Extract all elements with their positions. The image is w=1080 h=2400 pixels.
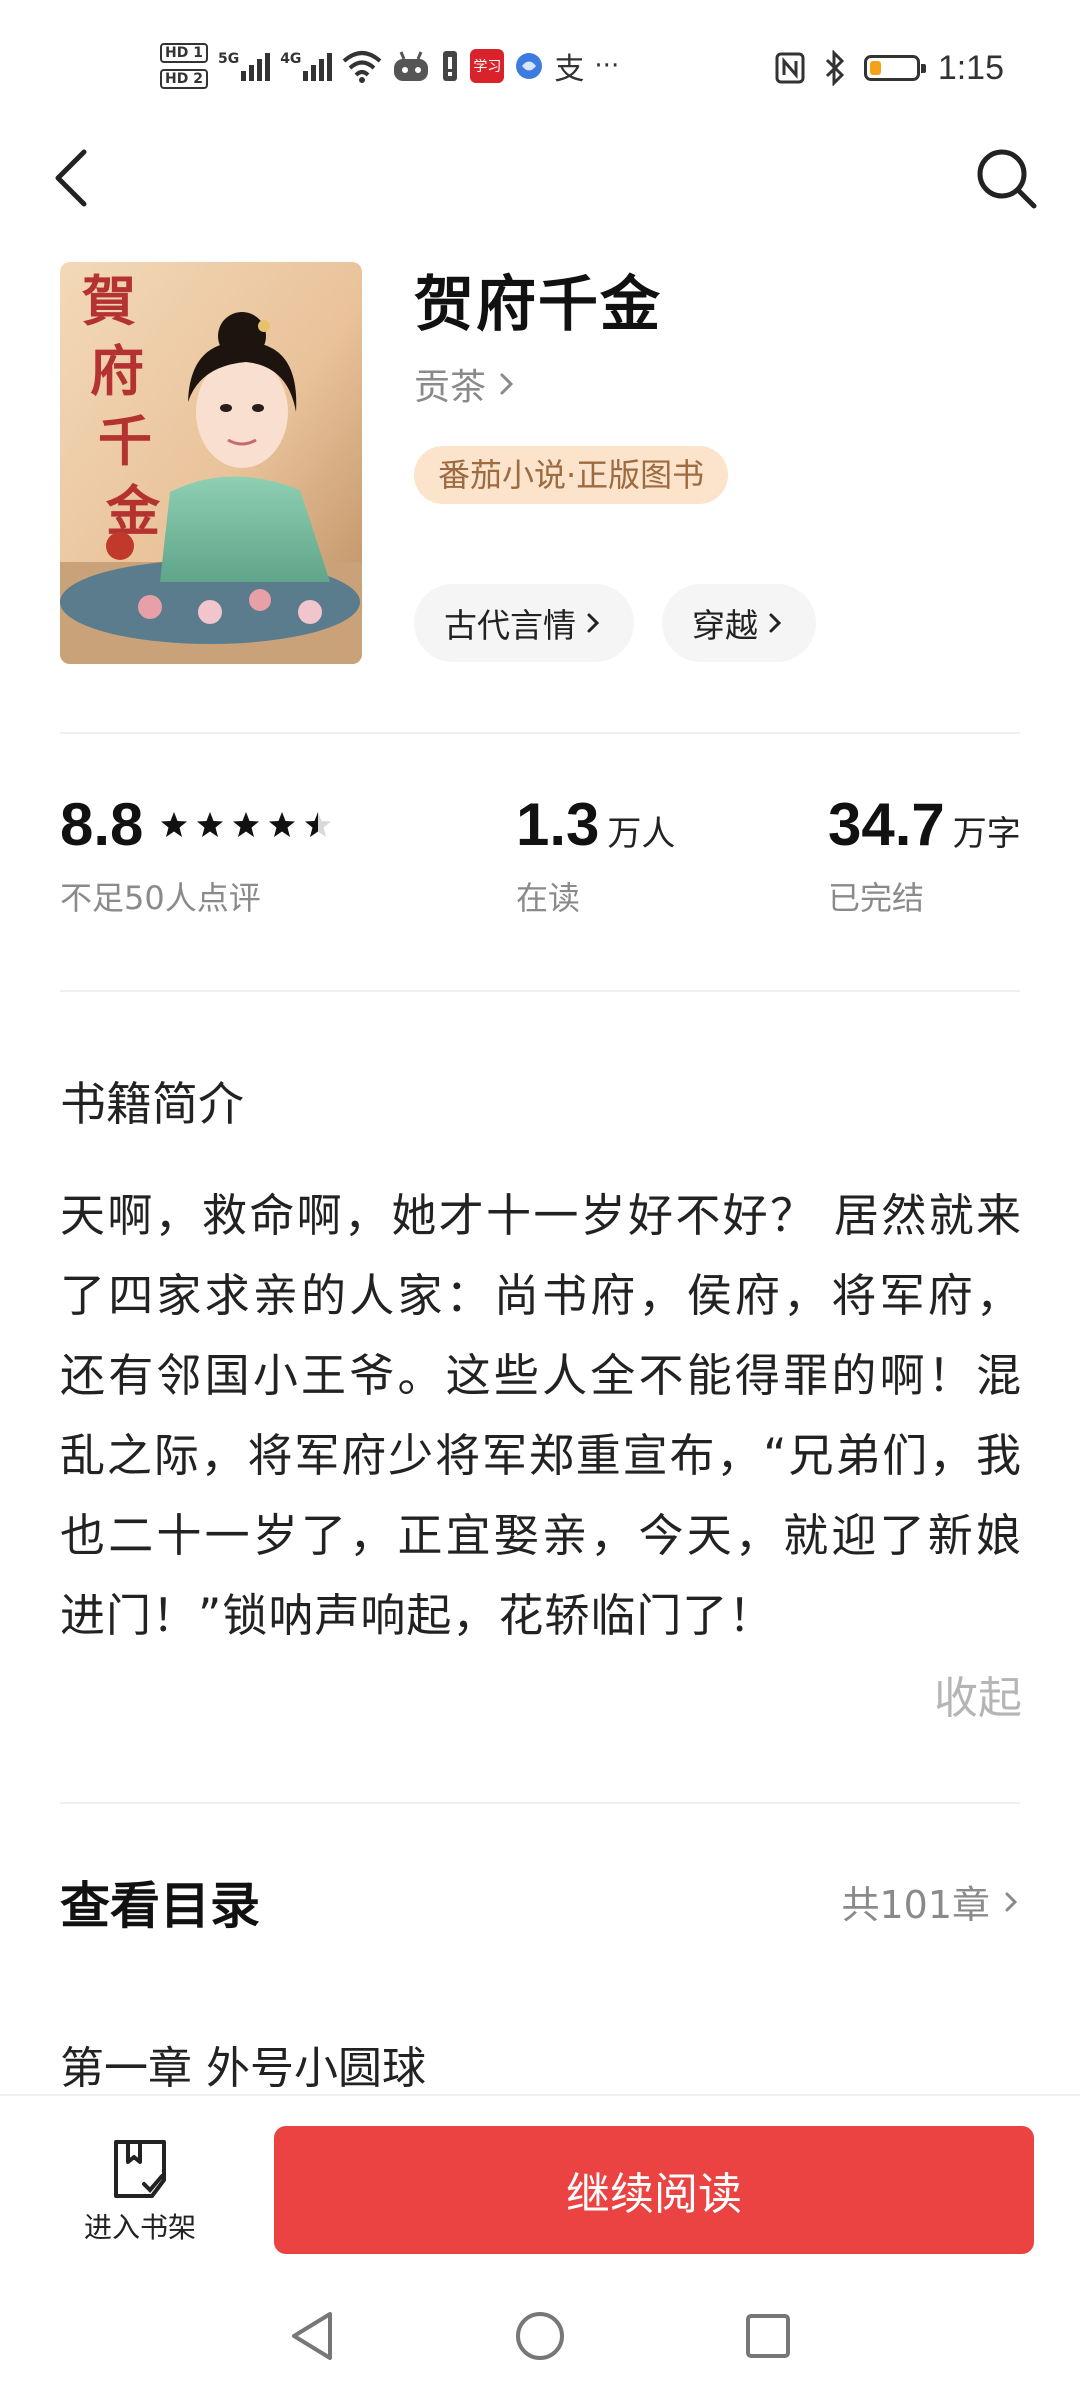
continue-reading-button[interactable]: 继续阅读 bbox=[274, 2126, 1034, 2254]
cover-title-text: 金 bbox=[105, 479, 161, 543]
rating-stat: 8.8 不足50人点评 bbox=[60, 790, 333, 919]
rating-value: 8.8 bbox=[60, 791, 144, 858]
collapse-button[interactable]: 收起 bbox=[934, 1662, 1022, 1726]
chapter-count: 共101章 bbox=[841, 1883, 990, 1927]
status-bar: HD 1 HD 2 5G 4G 学习 支 ··· 1:15 bbox=[0, 0, 1080, 120]
author-link[interactable]: 贡茶 bbox=[414, 358, 518, 410]
alipay-icon: 支 bbox=[554, 52, 585, 87]
words-value: 34.7 bbox=[828, 791, 945, 858]
square-recents-icon bbox=[746, 2314, 790, 2358]
rating-count-label: 不足50人点评 bbox=[60, 879, 261, 917]
tag-time-travel[interactable]: 穿越 bbox=[662, 584, 816, 662]
cover-title-text: 府 bbox=[90, 339, 144, 403]
chevron-right-icon bbox=[587, 613, 600, 633]
bottom-action-bar: 进入书架 继续阅读 bbox=[0, 2094, 1080, 2276]
battery-icon bbox=[863, 55, 926, 81]
chevron-right-icon bbox=[769, 613, 782, 633]
star-icon bbox=[305, 811, 332, 837]
star-icon bbox=[197, 811, 224, 837]
chevron-left-icon bbox=[55, 149, 87, 207]
toc-title: 查看目录 bbox=[60, 1877, 260, 1935]
readers-unit: 万人 bbox=[607, 814, 676, 854]
browser-icon bbox=[516, 53, 543, 79]
divider bbox=[60, 990, 1020, 992]
status-left: HD 1 HD 2 5G 4G 学习 支 ··· bbox=[160, 36, 619, 96]
nfc-icon bbox=[775, 52, 805, 84]
star-icon bbox=[161, 811, 188, 837]
game-icon bbox=[394, 51, 429, 81]
intro-title: 书籍简介 bbox=[60, 1077, 244, 1131]
search-button[interactable] bbox=[970, 138, 1042, 218]
shelf-label: 进入书架 bbox=[83, 2211, 196, 2244]
bluetooth-icon bbox=[825, 50, 844, 86]
book-title: 贺府千金 bbox=[414, 270, 662, 340]
system-home-button[interactable] bbox=[508, 2304, 572, 2368]
signal-5g-label: 5G bbox=[217, 51, 240, 67]
words-unit: 万字 bbox=[952, 814, 1021, 854]
divider bbox=[60, 1802, 1020, 1804]
status-right: 1:15 bbox=[774, 40, 1004, 96]
chevron-right-icon bbox=[500, 373, 514, 395]
book-cover[interactable]: 賀 府 千 金 bbox=[60, 262, 362, 664]
study-app-icon: 学习 bbox=[470, 49, 505, 83]
alert-icon bbox=[443, 51, 458, 81]
chevron-right-icon bbox=[1005, 1892, 1018, 1911]
completion-status: 已完结 bbox=[828, 879, 925, 917]
book-cover-image: 賀 府 千 金 bbox=[60, 262, 362, 664]
tag-label: 穿越 bbox=[692, 606, 758, 645]
words-stat: 34.7 万字 已完结 bbox=[828, 790, 1021, 919]
cover-title-text: 千 bbox=[98, 409, 152, 473]
signal-5g: 5G bbox=[217, 51, 271, 81]
battery-fill bbox=[869, 61, 881, 75]
clock: 1:15 bbox=[937, 48, 1004, 87]
hd-indicator: HD 1 HD 2 bbox=[160, 43, 208, 89]
source-badge: 番茄小说·正版图书 bbox=[414, 446, 729, 504]
readers-value: 1.3 bbox=[516, 791, 600, 858]
add-to-shelf-button[interactable]: 进入书架 bbox=[60, 2132, 220, 2252]
tag-label: 古代言情 bbox=[444, 606, 576, 645]
rating-stars bbox=[159, 810, 333, 840]
author-name: 贡茶 bbox=[414, 367, 487, 408]
hd2-label: HD 2 bbox=[160, 69, 208, 89]
continue-reading-label: 继续阅读 bbox=[566, 2169, 742, 2220]
signal-bars-icon bbox=[241, 51, 271, 81]
readers-label: 在读 bbox=[516, 879, 581, 917]
signal-4g-label: 4G bbox=[280, 51, 302, 67]
star-icon bbox=[233, 811, 260, 837]
tag-ancient-romance[interactable]: 古代言情 bbox=[414, 584, 634, 662]
hd1-label: HD 1 bbox=[160, 43, 208, 63]
star-icon bbox=[269, 811, 296, 837]
signal-bars-icon bbox=[303, 51, 333, 81]
study-app-label: 学习 bbox=[473, 59, 502, 75]
system-nav-bar bbox=[0, 2274, 1080, 2400]
search-icon bbox=[977, 149, 1037, 209]
toc-link[interactable]: 共101章 bbox=[841, 1874, 1022, 1929]
wifi-icon bbox=[343, 51, 382, 83]
tag-list: 古代言情 穿越 bbox=[414, 584, 816, 662]
bookshelf-icon bbox=[114, 2140, 166, 2198]
circle-home-icon bbox=[516, 2312, 564, 2360]
readers-stat: 1.3 万人 在读 bbox=[516, 790, 675, 919]
signal-4g: 4G bbox=[280, 51, 333, 81]
more-notifications-icon: ··· bbox=[594, 51, 620, 81]
triangle-back-icon bbox=[292, 2312, 332, 2360]
divider bbox=[60, 732, 1020, 734]
intro-text: 天啊，救命啊，她才十一岁好不好？ 居然就来了四家求亲的人家：尚书府，侯府，将军府… bbox=[60, 1189, 1022, 1642]
chapter-item[interactable]: 第一章 外号小圆球 bbox=[60, 2032, 426, 2096]
back-button[interactable] bbox=[44, 138, 104, 218]
system-back-button[interactable] bbox=[282, 2304, 346, 2368]
cover-title-text: 賀 bbox=[82, 269, 136, 333]
book-detail-screen: HD 1 HD 2 5G 4G 学习 支 ··· 1:15 賀 府 千 金 贺府… bbox=[0, 0, 1080, 2400]
system-recents-button[interactable] bbox=[736, 2304, 800, 2368]
